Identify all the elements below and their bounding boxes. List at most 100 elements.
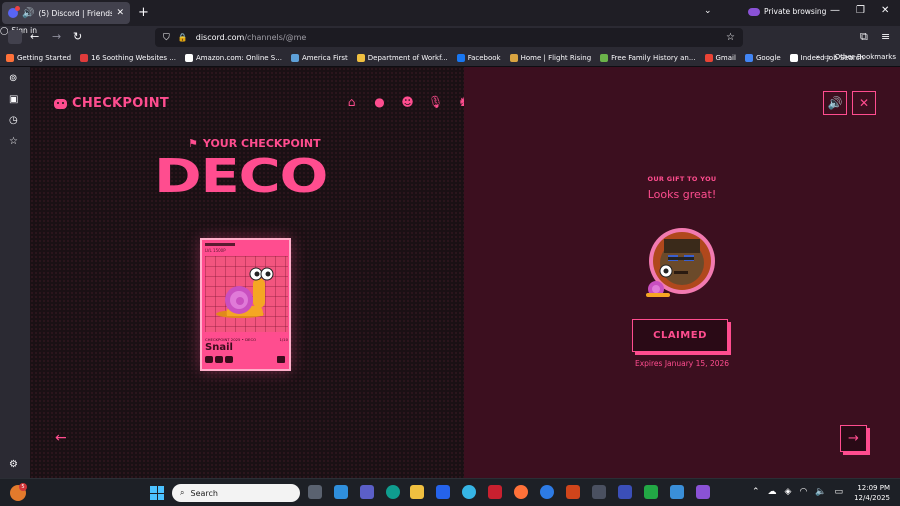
bookmark-item[interactable]: Department of Workf... <box>356 53 448 62</box>
app-blue-icon[interactable] <box>618 485 632 499</box>
bookmark-item[interactable]: Google <box>744 53 781 62</box>
sidebar-toggle-icon[interactable] <box>8 30 22 44</box>
new-tab-button[interactable]: + <box>138 5 149 20</box>
discord-favicon-icon <box>8 6 20 18</box>
chevron-up-icon[interactable]: ⌃ <box>752 487 760 497</box>
other-bookmarks-label: Other Bookmarks <box>834 53 896 61</box>
page-title: DECO <box>154 149 328 203</box>
copilot-icon[interactable] <box>334 485 348 499</box>
volume-icon[interactable]: 🔈 <box>815 487 826 497</box>
bookmark-favicon-icon <box>704 53 713 62</box>
bookmark-item[interactable]: 16 Soothing Websites ... <box>80 53 176 62</box>
battery-icon[interactable]: ▭ <box>835 487 844 497</box>
bookmark-item[interactable]: Home | Flight Rising <box>509 53 592 62</box>
gift-message: Looks great! <box>647 188 717 201</box>
url-path: /channels/@me <box>244 33 307 42</box>
list-tabs-chevron-down-icon[interactable]: ⌄ <box>704 6 712 16</box>
sound-toggle-button[interactable]: 🔊 <box>823 91 847 115</box>
bookmark-label: Getting Started <box>17 53 72 62</box>
gift-right-panel: 🔊 ✕ OUR GIFT TO YOU Looks great! CLAIMED… <box>464 67 900 478</box>
browser-sidebar: ⊚ ▣ ◷ ☆ ⚙ <box>0 67 30 478</box>
other-bookmarks-button[interactable]: » ▭ Other Bookmarks <box>816 53 896 61</box>
home-icon[interactable]: ⌂ <box>344 95 359 110</box>
app-document-icon[interactable] <box>670 485 684 499</box>
forward-arrow-icon[interactable]: → <box>52 30 61 43</box>
mcafee-icon[interactable] <box>488 485 502 499</box>
card-top-bar <box>205 243 235 246</box>
screen: 🔊 (5) Discord | Friends ✕ + ⌄ Private br… <box>0 0 900 506</box>
browser-tab-discord[interactable]: 🔊 (5) Discord | Friends ✕ <box>2 2 130 24</box>
bookmark-favicon-icon <box>290 53 299 62</box>
close-tab-icon[interactable]: ✕ <box>116 8 124 18</box>
clock-date: 12/4/2025 <box>854 494 890 502</box>
search-placeholder: Search <box>190 488 218 498</box>
ai-chatbot-icon[interactable]: ⊚ <box>9 73 17 84</box>
wifi-icon[interactable]: ◠ <box>799 487 807 497</box>
expiry-text: Expires January 15, 2026 <box>634 359 730 368</box>
onedrive-cloud-icon[interactable]: ☁ <box>768 487 777 497</box>
file-explorer-icon[interactable] <box>410 485 424 499</box>
smiley-icon[interactable]: ☻ <box>400 95 415 110</box>
firefox-icon[interactable] <box>514 485 528 499</box>
store-icon[interactable] <box>436 485 450 499</box>
previous-arrow-button[interactable]: ← <box>55 430 67 446</box>
app-circle-icon[interactable] <box>540 485 554 499</box>
back-arrow-icon[interactable]: ← <box>30 30 39 43</box>
settings-gear-icon[interactable]: ⚙ <box>9 459 18 470</box>
taskbar-clock[interactable]: 12:09 PM 12/4/2025 <box>854 483 890 503</box>
synced-tabs-icon[interactable]: ▣ <box>9 94 18 105</box>
tab-title: (5) Discord | Friends <box>38 8 113 18</box>
reload-icon[interactable]: ↻ <box>73 30 82 43</box>
speaker-icon[interactable]: 🔊 <box>22 8 34 19</box>
restore-icon[interactable]: ❐ <box>856 5 865 16</box>
chevron-double-right-icon[interactable]: » <box>816 53 820 61</box>
globe-icon <box>205 356 213 363</box>
logo-text: CHECKPOINT <box>72 96 170 111</box>
folder-icon: ▭ <box>824 53 831 61</box>
lock-icon[interactable]: 🔒 <box>178 33 188 42</box>
start-button-windows-icon[interactable] <box>150 486 164 500</box>
firefox-private-icon[interactable] <box>696 485 710 499</box>
deco-card[interactable]: LVL 1500P CHECKPOINT 2025 • DECO 1/10 Sn… <box>200 238 291 371</box>
bookmark-label: Home | Flight Rising <box>520 53 592 62</box>
window-close-icon[interactable]: ✕ <box>881 5 889 16</box>
bookmark-item[interactable]: Facebook <box>456 53 501 62</box>
app-red-icon[interactable] <box>566 485 580 499</box>
bookmark-label: Amazon.com: Online S... <box>195 53 282 62</box>
shield-icon[interactable]: ⛉ <box>163 33 170 43</box>
claimed-button[interactable]: CLAIMED <box>632 319 728 352</box>
card-number: LVL 1500P <box>205 248 226 253</box>
minimize-icon[interactable]: — <box>830 5 840 16</box>
chat-bubble-icon[interactable]: ● <box>372 95 387 110</box>
private-mask-icon <box>748 7 760 16</box>
taskbar-search[interactable]: ⌕ Search <box>172 484 300 502</box>
url-bar[interactable]: ⛉ 🔒 discord.com/channels/@me ☆ <box>155 28 743 47</box>
extensions-icon[interactable]: ⧉ <box>860 30 868 44</box>
bookmark-item[interactable]: Free Family History an... <box>600 53 696 62</box>
bookmark-star-icon[interactable]: ☆ <box>726 32 735 43</box>
discord-controller-icon <box>54 98 67 109</box>
avatar-with-decoration <box>638 225 718 305</box>
bookmark-item[interactable]: Amazon.com: Online S... <box>184 53 282 62</box>
close-button[interactable]: ✕ <box>852 91 876 115</box>
next-arrow-button[interactable]: → <box>840 425 867 452</box>
bookmark-item[interactable]: America First <box>290 53 348 62</box>
task-view-icon[interactable] <box>308 485 322 499</box>
menu-hamburger-icon[interactable]: ≡ <box>881 30 890 43</box>
photos-icon[interactable] <box>462 485 476 499</box>
bookmarks-star-icon[interactable]: ☆ <box>9 136 18 147</box>
app-gray-icon[interactable] <box>592 485 606 499</box>
search-icon: ⌕ <box>180 488 185 497</box>
app-tray-icon[interactable]: ◈ <box>785 487 792 497</box>
bookmark-item[interactable]: Gmail <box>704 53 736 62</box>
history-clock-icon[interactable]: ◷ <box>9 115 18 126</box>
bookmark-item[interactable]: Getting Started <box>6 53 72 62</box>
weather-badge: 5 <box>19 483 27 491</box>
teams-icon[interactable] <box>360 485 374 499</box>
bookmark-label: Facebook <box>467 53 501 62</box>
edge-icon[interactable] <box>386 485 400 499</box>
app-green-icon[interactable] <box>644 485 658 499</box>
bookmark-favicon-icon <box>509 53 518 62</box>
microphone-icon[interactable]: 🎙 <box>428 95 443 110</box>
discord-icon <box>277 356 285 363</box>
